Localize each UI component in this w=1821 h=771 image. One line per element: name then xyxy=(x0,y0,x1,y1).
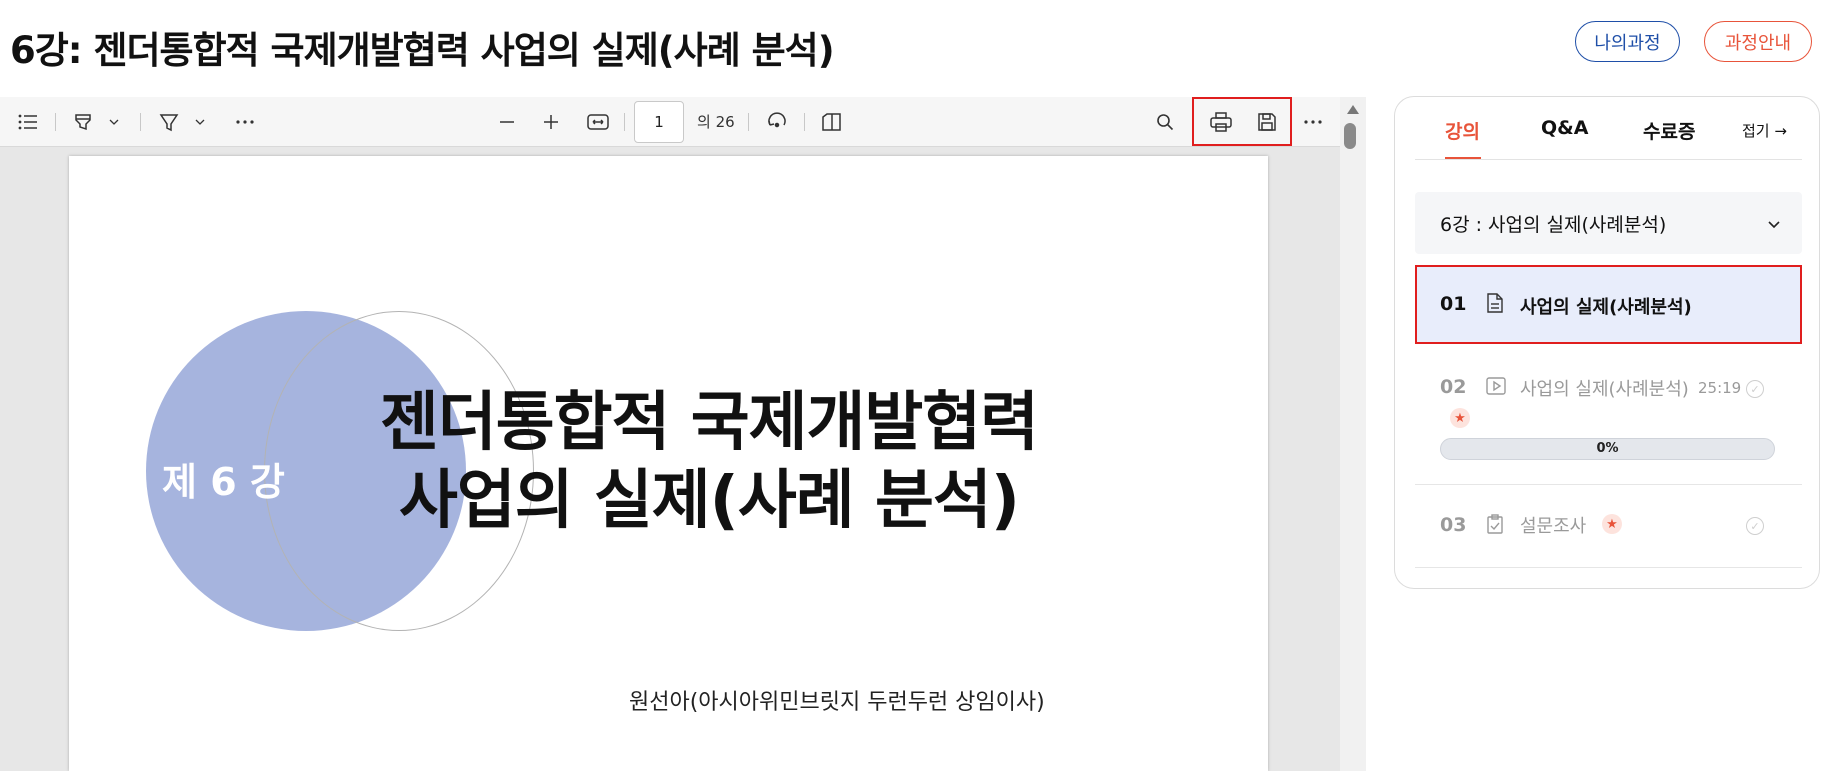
toolbar-divider xyxy=(748,113,749,131)
toolbar-divider xyxy=(55,113,56,131)
pdf-viewer: 의 26 제 6 강 젠더통합적 국제개발협력 사업의 실제(사례 분석) xyxy=(0,97,1340,771)
slide-page: 제 6 강 젠더통합적 국제개발협력 사업의 실제(사례 분석) 원선아(아시아… xyxy=(69,156,1268,771)
progress-label: 0% xyxy=(1596,441,1619,456)
tab-divider xyxy=(1415,159,1802,160)
slide-title-line-1: 젠더통합적 국제개발협력 xyxy=(380,386,1039,460)
highlighter-icon[interactable] xyxy=(70,97,96,147)
more-icon[interactable] xyxy=(1300,97,1326,147)
fit-width-icon[interactable] xyxy=(584,97,612,147)
slide-title-line-2: 사업의 실제(사례 분석) xyxy=(399,464,1020,538)
tab-certificate[interactable]: 수료증 xyxy=(1643,117,1695,144)
item-number: 01 xyxy=(1440,293,1467,315)
progress-bar: 0% xyxy=(1440,438,1775,460)
pdf-toolbar: 의 26 xyxy=(0,97,1340,147)
slide-title: 젠더통합적 국제개발협력 사업의 실제(사례 분석) xyxy=(369,384,1049,540)
fold-button[interactable]: 접기 → xyxy=(1742,120,1787,141)
page-view-icon[interactable] xyxy=(818,97,846,147)
zoom-out-icon[interactable] xyxy=(494,97,520,147)
list-icon[interactable] xyxy=(14,97,42,147)
course-guide-button[interactable]: 과정안내 xyxy=(1704,21,1812,62)
toolbar-divider xyxy=(624,113,625,131)
chapter-label: 6강 : 사업의 실제(사례분석) xyxy=(1440,214,1667,236)
print-save-highlight xyxy=(1192,97,1292,146)
more-icon[interactable] xyxy=(232,97,258,147)
scrollbar-thumb[interactable] xyxy=(1344,123,1356,149)
page-number-input[interactable] xyxy=(634,101,684,143)
item-title[interactable]: 사업의 실제(사례분석) xyxy=(1520,375,1689,401)
item-divider xyxy=(1415,484,1802,485)
chevron-down-icon[interactable] xyxy=(190,97,210,147)
scroll-up-icon[interactable] xyxy=(1347,105,1359,114)
viewer-scrollbar[interactable] xyxy=(1340,97,1366,771)
zoom-in-icon[interactable] xyxy=(538,97,564,147)
tab-lecture[interactable]: 강의 xyxy=(1445,117,1480,144)
tab-qna[interactable]: Q&A xyxy=(1541,117,1588,139)
page-title: 6강: 젠더통합적 국제개발협력 사업의 실제(사례 분석) xyxy=(10,29,835,72)
chevron-down-icon xyxy=(1768,214,1780,233)
rotate-icon[interactable] xyxy=(763,97,791,147)
chevron-down-icon[interactable] xyxy=(104,97,124,147)
toolbar-divider xyxy=(140,113,141,131)
item-title[interactable]: 설문조사 xyxy=(1520,512,1586,538)
item-divider xyxy=(1415,567,1802,568)
chapter-dropdown[interactable]: 6강 : 사업의 실제(사례분석) xyxy=(1415,192,1802,254)
draw-icon[interactable] xyxy=(156,97,182,147)
item-number: 02 xyxy=(1440,376,1467,398)
slide-author: 원선아(아시아위민브릿지 두런두런 상임이사) xyxy=(629,690,1045,715)
item-duration: 25:19 xyxy=(1698,379,1742,397)
slide-lecture-number: 제 6 강 xyxy=(162,460,285,504)
check-icon: ✓ xyxy=(1746,380,1764,398)
search-icon[interactable] xyxy=(1152,97,1178,147)
item-number: 03 xyxy=(1440,514,1467,536)
document-icon xyxy=(1487,293,1503,317)
check-icon: ✓ xyxy=(1746,517,1764,535)
page-total: 의 26 xyxy=(697,113,735,131)
video-icon xyxy=(1486,377,1506,399)
clipboard-icon xyxy=(1487,514,1503,538)
star-icon: ★ xyxy=(1450,408,1470,428)
star-icon: ★ xyxy=(1602,514,1622,534)
item-title: 사업의 실제(사례분석) xyxy=(1520,297,1692,318)
toolbar-divider xyxy=(804,113,805,131)
my-course-button[interactable]: 나의과정 xyxy=(1575,21,1680,62)
